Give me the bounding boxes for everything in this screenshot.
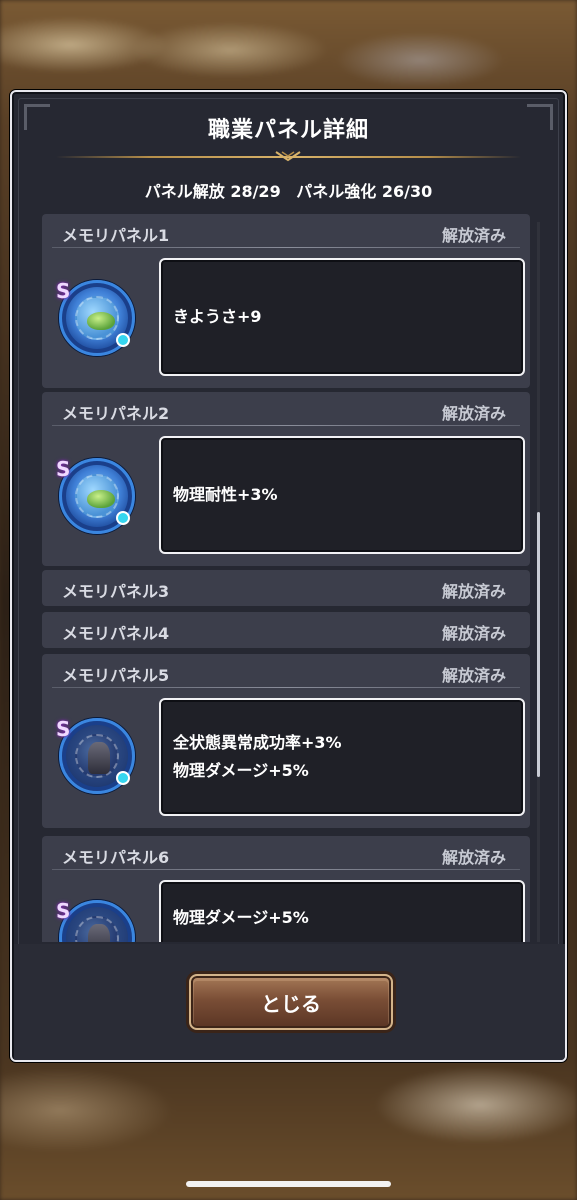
effect-text: 物理ダメージ+5%: [173, 908, 309, 927]
memory-panel-card[interactable]: メモリパネル6 解放済み S 物理ダメージ+5%: [42, 836, 530, 942]
armor-knight-medal-icon[interactable]: S: [56, 899, 135, 942]
scroll-thumb[interactable]: [537, 512, 540, 777]
panel-name: メモリパネル5: [62, 666, 170, 685]
slime-medal-icon[interactable]: S: [56, 457, 135, 534]
status-dot-icon: [116, 511, 130, 525]
effect-text: きようさ+9: [173, 307, 262, 326]
panel-status: 解放済み: [441, 666, 506, 685]
panel-name: メモリパネル6: [62, 848, 170, 867]
effect-text: 物理耐性+3%: [173, 485, 278, 504]
panel-status: 解放済み: [441, 624, 506, 643]
close-button[interactable]: とじる: [189, 974, 393, 1030]
effect-box: きようさ+9: [159, 258, 525, 376]
panel-name: メモリパネル3: [62, 582, 170, 601]
panel-status: 解放済み: [441, 226, 506, 245]
rank-badge: S: [56, 279, 71, 303]
panel-header[interactable]: メモリパネル6 解放済み: [42, 836, 530, 870]
divider-ornament-icon: [275, 151, 301, 162]
panel-name: メモリパネル2: [62, 404, 170, 423]
dialog-footer: とじる: [14, 944, 565, 1060]
unlock-count: パネル解放 28/29: [144, 182, 281, 201]
rank-badge: S: [56, 717, 71, 741]
effect-text: 物理ダメージ+5%: [173, 761, 309, 780]
panel-status: 解放済み: [441, 582, 506, 601]
panel-status: 解放済み: [441, 848, 506, 867]
memory-panel-card[interactable]: メモリパネル4 解放済み: [42, 612, 530, 648]
home-indicator[interactable]: [186, 1181, 391, 1187]
memory-panel-card[interactable]: メモリパネル1 解放済み S きようさ+9: [42, 214, 530, 388]
effect-box: 物理ダメージ+5%: [159, 880, 525, 942]
enhance-count: パネル強化 26/30: [296, 182, 433, 201]
scrollbar[interactable]: [537, 222, 540, 942]
rank-badge: S: [56, 457, 71, 481]
dialog-title: 職業パネル詳細: [207, 118, 369, 143]
memory-panel-card[interactable]: メモリパネル3 解放済み: [42, 570, 530, 606]
effect-box: 物理耐性+3%: [159, 436, 525, 554]
panel-header[interactable]: メモリパネル4 解放済み: [42, 612, 530, 646]
panel-header[interactable]: メモリパネル1 解放済み: [42, 214, 530, 248]
panel-name: メモリパネル1: [62, 226, 170, 245]
panel-name: メモリパネル4: [62, 624, 170, 643]
panel-status: 解放済み: [441, 404, 506, 423]
effect-text: 全状態異常成功率+3%: [173, 733, 342, 752]
panel-header[interactable]: メモリパネル3 解放済み: [42, 570, 530, 604]
rank-badge: S: [56, 899, 71, 923]
panel-header[interactable]: メモリパネル2 解放済み: [42, 392, 530, 426]
armor-knight-medal-icon[interactable]: S: [56, 717, 135, 794]
panel-header[interactable]: メモリパネル5 解放済み: [42, 654, 530, 688]
panel-stats: パネル解放 28/29 パネル強化 26/30: [12, 178, 565, 202]
status-dot-icon: [116, 333, 130, 347]
memory-panel-card[interactable]: メモリパネル2 解放済み S 物理耐性+3%: [42, 392, 530, 566]
slime-medal-icon[interactable]: S: [56, 279, 135, 356]
memory-panel-card[interactable]: メモリパネル5 解放済み S 全状態異常成功率+3% 物理ダメージ+5%: [42, 654, 530, 828]
status-dot-icon: [116, 771, 130, 785]
job-panel-detail-dialog: 職業パネル詳細 パネル解放 28/29 パネル強化 26/30 メモリパネル1 …: [10, 90, 567, 1062]
memory-panel-list[interactable]: メモリパネル1 解放済み S きようさ+9 メモリパネル2 解放済み S 物理耐…: [42, 214, 532, 942]
effect-box: 全状態異常成功率+3% 物理ダメージ+5%: [159, 698, 525, 816]
